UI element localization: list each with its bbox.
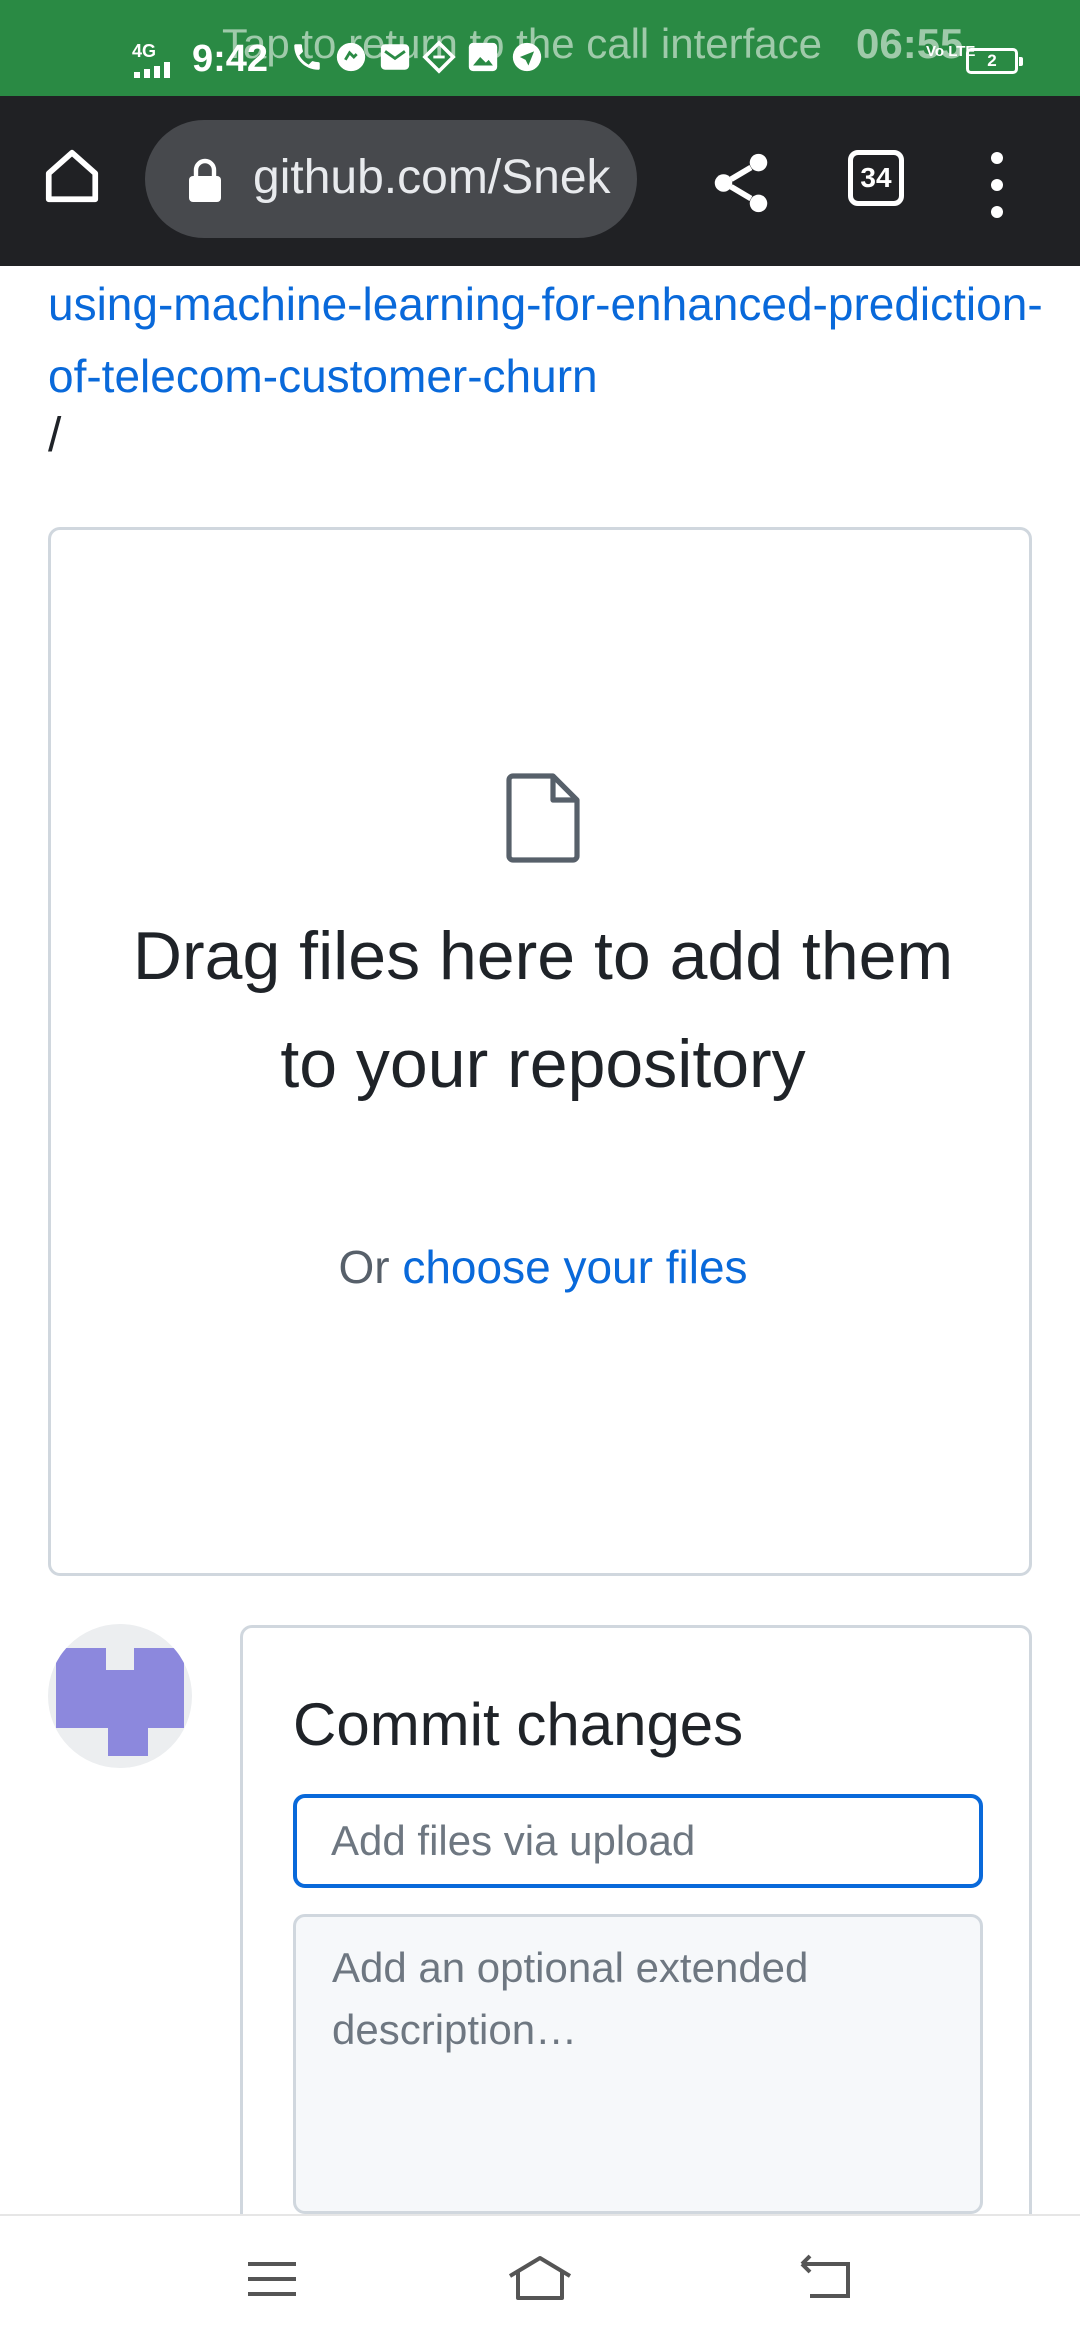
notification-icons	[290, 40, 544, 74]
clock: 9:42	[192, 38, 269, 80]
repository-link[interactable]: using-machine-learning-for-enhanced-pred…	[48, 268, 1048, 412]
send-icon	[512, 42, 542, 72]
gallery-icon	[468, 42, 498, 72]
or-text: Or	[338, 1241, 403, 1293]
file-dropzone[interactable]: Drag files here to add them to your repo…	[48, 527, 1032, 1576]
more-options-button[interactable]	[972, 150, 1022, 220]
phone-icon	[294, 44, 320, 70]
home-button[interactable]	[34, 138, 110, 214]
home-icon	[45, 149, 99, 203]
share-button[interactable]	[706, 148, 776, 218]
commit-summary-input[interactable]	[293, 1794, 983, 1888]
browser-toolbar: github.com/Snek 34	[0, 96, 1080, 266]
network-type: 4G	[132, 41, 157, 61]
menu-dot	[991, 152, 1003, 164]
status-bar[interactable]: Tap to return to the call interface 06:5…	[0, 0, 1080, 96]
menu-dot	[991, 206, 1003, 218]
identicon	[56, 1648, 184, 1756]
avatar	[48, 1624, 192, 1768]
path-separator: /	[48, 409, 62, 462]
lock-icon	[189, 158, 221, 202]
file-icon	[506, 773, 580, 863]
tab-switcher-button[interactable]: 34	[848, 150, 904, 206]
dropzone-subtext: Or choose your files	[51, 1240, 1035, 1294]
mail-icon	[380, 44, 410, 70]
share-icon	[714, 153, 768, 213]
signal-icon	[134, 62, 170, 78]
battery-icon: 2	[966, 48, 1023, 74]
navigation-bar	[0, 2214, 1080, 2340]
url-text[interactable]: github.com/Snek	[253, 150, 611, 205]
address-bar[interactable]: github.com/Snek	[145, 120, 637, 238]
menu-dot	[991, 179, 1003, 191]
chat-icon	[336, 42, 366, 72]
recent-apps-icon[interactable]	[236, 2246, 308, 2312]
commit-description-input[interactable]	[293, 1914, 983, 2214]
app-icon	[422, 40, 456, 74]
choose-files-link[interactable]: choose your files	[402, 1241, 747, 1293]
home-nav-icon[interactable]	[504, 2246, 576, 2312]
back-icon[interactable]	[790, 2246, 862, 2312]
commit-title: Commit changes	[293, 1691, 744, 1758]
dropzone-heading: Drag files here to add them to your repo…	[132, 918, 954, 1102]
